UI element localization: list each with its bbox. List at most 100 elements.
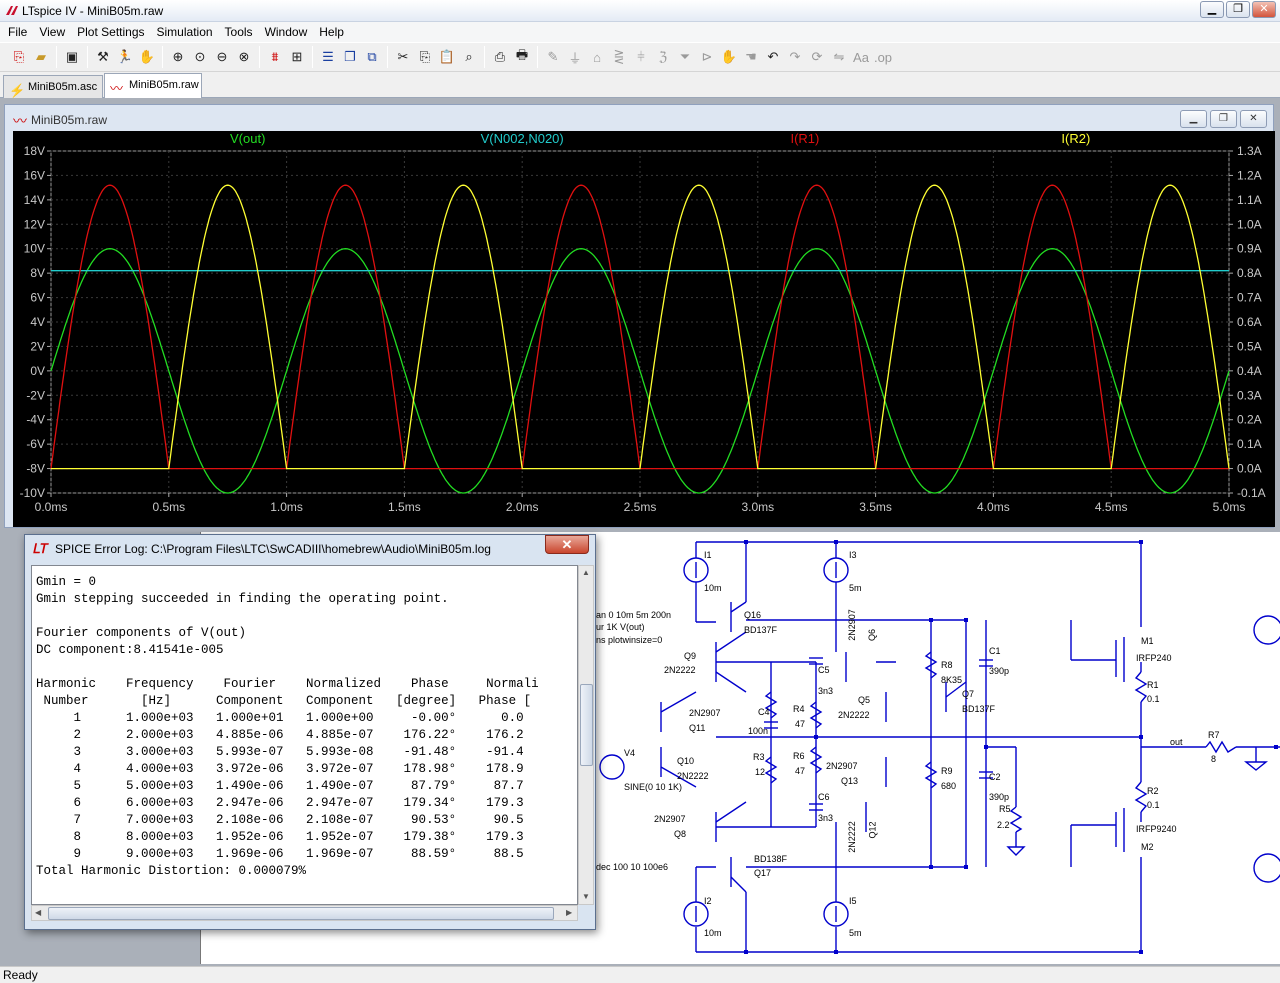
run-icon[interactable]: 🏃 bbox=[114, 46, 136, 68]
scroll-thumb[interactable] bbox=[580, 684, 593, 766]
directive-four: ur 1K V(out) bbox=[596, 622, 645, 632]
label-Q9: Q9 bbox=[684, 651, 697, 661]
redo-icon[interactable]: ↷ bbox=[784, 46, 806, 68]
close-button[interactable]: ✕ bbox=[1252, 1, 1276, 18]
label-R4: R4 bbox=[793, 704, 805, 714]
inductor-icon[interactable]: ℨ bbox=[652, 46, 674, 68]
copy-icon[interactable]: ⎘ bbox=[414, 46, 436, 68]
print-icon[interactable]: 🖶 bbox=[511, 46, 533, 68]
drag-icon[interactable]: ☚ bbox=[740, 46, 762, 68]
label-Q16: Q16 bbox=[744, 610, 762, 620]
component-icon[interactable]: ⊳ bbox=[696, 46, 718, 68]
value-Q8: 2N2907 bbox=[654, 814, 686, 824]
value-Q9: 2N2222 bbox=[664, 665, 696, 675]
new-schematic-icon[interactable]: ⎘ bbox=[8, 46, 30, 68]
move-icon[interactable]: ✋ bbox=[718, 46, 740, 68]
tab-waveform[interactable]: 〰 MiniB05m.raw bbox=[104, 73, 202, 98]
y-right-tick-label: 0.6A bbox=[1237, 315, 1262, 329]
halt-icon[interactable]: ✋ bbox=[136, 46, 158, 68]
menu-file[interactable]: File bbox=[2, 22, 33, 42]
x-tick-label: 4.0ms bbox=[977, 500, 1010, 514]
menu-view[interactable]: View bbox=[33, 22, 71, 42]
label-V4: V4 bbox=[624, 748, 636, 758]
label-icon[interactable]: ⌂ bbox=[586, 46, 608, 68]
document-tabs: ⚡ MiniB05m.asc 〰 MiniB05m.raw bbox=[0, 73, 1280, 98]
manual-limits-icon[interactable]: ⊞ bbox=[286, 46, 308, 68]
waveform-plot[interactable]: 18V 1.3A 16V 1.2A 14V 1.1A 12V 1.0A 10V 0.9A 8V 0.8… bbox=[13, 131, 1275, 527]
cut-icon[interactable]: ✂ bbox=[392, 46, 414, 68]
minimize-button[interactable]: ▁ bbox=[1200, 1, 1224, 18]
print-preview-icon[interactable]: ⎙ bbox=[489, 46, 511, 68]
value-R3: 12 bbox=[755, 767, 766, 777]
maximize-button[interactable]: ❐ bbox=[1226, 1, 1250, 18]
diode-icon[interactable]: ⏷ bbox=[674, 46, 696, 68]
value-R4: 47 bbox=[795, 719, 806, 729]
close-button[interactable]: ✕ bbox=[545, 535, 589, 554]
undo-icon[interactable]: ↶ bbox=[762, 46, 784, 68]
value-Q7: BD137F bbox=[962, 704, 996, 714]
label-Q10: Q10 bbox=[677, 756, 695, 766]
horizontal-scrollbar[interactable]: ◀ ▶ bbox=[31, 905, 578, 921]
tile-horizontal-icon[interactable]: ☰ bbox=[317, 46, 339, 68]
zoom-cancel-icon[interactable]: ⊗ bbox=[233, 46, 255, 68]
zoom-out-icon[interactable]: ⊖ bbox=[211, 46, 233, 68]
resistor-icon[interactable]: ⋛ bbox=[608, 46, 630, 68]
y-right-tick-label: 0.0A bbox=[1237, 462, 1262, 476]
value-R8: 8K35 bbox=[941, 675, 963, 685]
y-left-tick-label: -4V bbox=[26, 413, 45, 427]
close-all-icon[interactable]: ⧉ bbox=[361, 46, 383, 68]
label-Q13: Q13 bbox=[841, 776, 859, 786]
mdi-restore-button[interactable]: ❐ bbox=[1210, 110, 1237, 128]
wire-icon[interactable]: ✎ bbox=[542, 46, 564, 68]
menu-help[interactable]: Help bbox=[313, 22, 350, 42]
value-Q13: 2N2907 bbox=[826, 761, 858, 771]
zoom-in-icon[interactable]: ⊕ bbox=[167, 46, 189, 68]
waveform-chart[interactable]: 18V 1.3A 16V 1.2A 14V 1.1A 12V 1.0A 10V 0.9A 8V 0.8… bbox=[13, 131, 1275, 527]
text-icon[interactable]: Aa bbox=[850, 46, 872, 68]
ground-icon[interactable]: ⏚ bbox=[564, 46, 586, 68]
value-R2: 0.1 bbox=[1147, 800, 1160, 810]
value-R5: 2.2 bbox=[997, 820, 1010, 830]
menu-plot-settings[interactable]: Plot Settings bbox=[71, 22, 150, 42]
log-text-area[interactable]: Gmin = 0 Gmin stepping succeeded in find… bbox=[31, 565, 578, 905]
paste-icon[interactable]: 📋 bbox=[436, 46, 458, 68]
menu-simulation[interactable]: Simulation bbox=[151, 22, 219, 42]
save-icon[interactable]: ▣ bbox=[61, 46, 83, 68]
autorange-icon[interactable]: ⩩ bbox=[264, 46, 286, 68]
control-panel-icon[interactable]: ⚒ bbox=[92, 46, 114, 68]
label-I2: I2 bbox=[704, 896, 712, 906]
label-M2: M2 bbox=[1141, 842, 1154, 852]
cascade-icon[interactable]: ❐ bbox=[339, 46, 361, 68]
scroll-left-icon[interactable]: ◀ bbox=[35, 908, 41, 917]
y-left-tick-label: 10V bbox=[24, 242, 45, 256]
scroll-down-icon[interactable]: ▼ bbox=[582, 892, 590, 901]
capacitor-icon[interactable]: ⫩ bbox=[630, 46, 652, 68]
tab-schematic[interactable]: ⚡ MiniB05m.asc bbox=[3, 75, 103, 98]
open-icon[interactable]: ▰ bbox=[30, 46, 52, 68]
menu-tools[interactable]: Tools bbox=[219, 22, 259, 42]
y-right-tick-label: 0.7A bbox=[1237, 291, 1262, 305]
mirror-icon[interactable]: ⇋ bbox=[828, 46, 850, 68]
find-icon[interactable]: ⌕ bbox=[458, 46, 480, 68]
y-right-tick-label: 1.0A bbox=[1237, 217, 1262, 231]
schematic-window[interactable]: an 0 10m 5m 200n ur 1K V(out) ns plotwin… bbox=[596, 532, 1280, 964]
value-C4: 100n bbox=[748, 726, 769, 736]
spice-directive-icon[interactable]: .op bbox=[872, 46, 894, 68]
zoom-full-icon[interactable]: ⊙ bbox=[189, 46, 211, 68]
waveform-window-title: MiniB05m.raw bbox=[31, 113, 108, 127]
scroll-thumb[interactable] bbox=[48, 907, 554, 920]
scroll-up-icon[interactable]: ▲ bbox=[582, 568, 590, 577]
scroll-right-icon[interactable]: ▶ bbox=[566, 908, 572, 917]
rotate-icon[interactable]: ⟳ bbox=[806, 46, 828, 68]
x-tick-label: 0.5ms bbox=[152, 500, 185, 514]
vertical-scrollbar[interactable]: ▲ ▼ bbox=[578, 565, 594, 905]
value-C1: 390p bbox=[989, 666, 1010, 676]
legend-label-2: V(N002,N020) bbox=[481, 131, 564, 146]
mdi-minimize-button[interactable]: ▁ bbox=[1180, 110, 1207, 128]
menu-window[interactable]: Window bbox=[259, 22, 314, 42]
y-right-tick-label: 1.2A bbox=[1237, 168, 1262, 182]
mdi-close-button[interactable]: ✕ bbox=[1240, 110, 1267, 128]
directive-tran: an 0 10m 5m 200n bbox=[596, 610, 672, 620]
value-I3: 5m bbox=[849, 583, 862, 593]
waveform-icon: 〰 bbox=[110, 81, 124, 96]
